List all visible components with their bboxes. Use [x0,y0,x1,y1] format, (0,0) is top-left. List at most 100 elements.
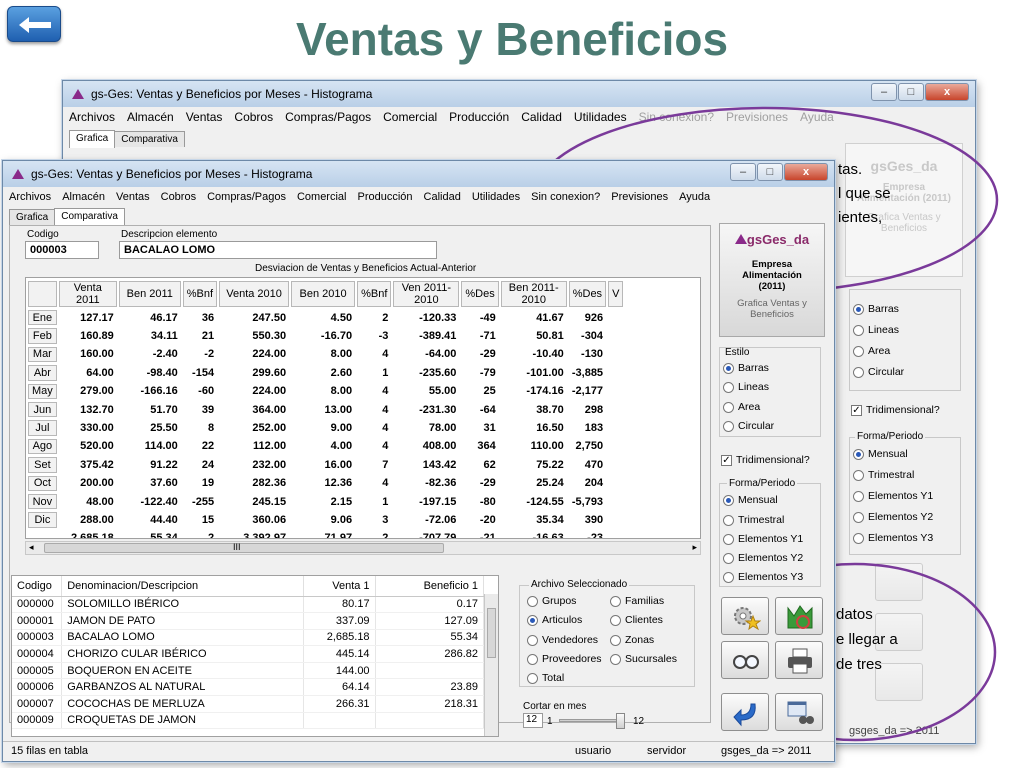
menu-produccion[interactable]: Producción [357,191,412,203]
grid-cell[interactable]: 39 [182,401,218,418]
estilo-area[interactable]: Area [723,401,760,413]
table-row[interactable]: 000006 GARBANZOS AL NATURAL 64.14 23.89 [12,678,485,697]
grid-cell[interactable]: 55.00 [393,383,460,399]
grid-cell[interactable]: 2 [182,530,218,538]
grid-cell[interactable]: -71 [461,328,499,344]
minimize-button[interactable]: – [871,83,897,101]
grid-cell[interactable]: 299.60 [219,365,290,381]
back-estilo-area[interactable]: Area [853,345,890,357]
back-estilo-circular[interactable]: Circular [853,366,904,378]
grid-cell[interactable]: 114.00 [118,438,181,455]
table-row[interactable]: 000004 CHORIZO CULAR IBÉRICO 445.14 286.82 [12,645,485,663]
grid-cell[interactable]: 8.00 [291,346,356,363]
grid-cell[interactable]: 78.00 [393,420,460,436]
grid-cell[interactable]: -197.15 [393,493,460,510]
grid-horizontal-scrollbar[interactable]: ◂ III ▸ [25,541,701,555]
grid-cell[interactable]: 132.70 [58,401,117,418]
grid-cell[interactable]: 298 [568,401,607,418]
menu-produccion[interactable]: Producción [449,110,509,124]
grid-cell[interactable]: 21 [182,328,218,344]
grid-cell[interactable]: 41.67 [500,310,567,326]
grid-cell[interactable]: 51.70 [118,401,181,418]
grid-cell[interactable]: 4.50 [291,310,356,326]
menu-utilidades[interactable]: Utilidades [574,110,627,124]
grid-cell[interactable]: 3 [357,512,392,528]
archivo-articulos[interactable]: Articulos [527,614,582,626]
forma-elementos-y1[interactable]: Elementos Y1 [723,533,803,545]
grid-cell[interactable]: -98.40 [118,365,181,381]
list-header-venta[interactable]: Venta 1 [303,576,376,597]
grid-cell[interactable]: 926 [568,310,607,326]
archivo-proveedores[interactable]: Proveedores [527,653,602,665]
back-estilo-barras[interactable]: Barras [853,303,899,315]
grid-cell[interactable]: 112.00 [219,438,290,455]
menu-almacen[interactable]: Almacén [127,110,174,124]
grid-cell[interactable]: -124.55 [500,493,567,510]
grid-cell[interactable]: -80 [461,493,499,510]
grid-cell[interactable]: 8 [182,420,218,436]
grid-cell[interactable]: -82.36 [393,475,460,491]
grid-cell[interactable]: 252.00 [219,420,290,436]
grid-cell[interactable]: -3 [357,328,392,344]
grid-cell[interactable]: 470 [568,457,607,473]
grid-header-cell[interactable]: Venta 2010 [219,281,290,307]
grid-cell[interactable]: -2,177 [568,383,607,399]
grid-cell[interactable]: 4 [357,438,392,455]
grid-cell[interactable]: -29 [461,475,499,491]
grid-cell[interactable]: 2 [357,310,392,326]
menu-comercial[interactable]: Comercial [383,110,437,124]
grid-cell[interactable]: 24 [182,457,218,473]
grid-cell[interactable]: 4 [357,475,392,491]
table-row[interactable]: 000000 SOLOMILLO IBÉRICO 80.17 0.17 [12,596,485,614]
grid-cell[interactable]: 245.15 [219,493,290,510]
grid-cell[interactable]: -389.41 [393,328,460,344]
menu-archivos[interactable]: Archivos [9,191,51,203]
menu-almacen[interactable]: Almacén [62,191,105,203]
menu-calidad[interactable]: Calidad [521,110,562,124]
windows-button[interactable] [775,693,823,731]
archivo-sucursales[interactable]: Sucursales [610,653,677,665]
grid-cell[interactable]: 9.06 [291,512,356,528]
table-row[interactable]: 000005 BOQUERON EN ACEITE 144.00 [12,662,485,680]
grid-cell[interactable]: -130 [568,346,607,363]
grid-cell[interactable]: 38.70 [500,401,567,418]
archivo-total[interactable]: Total [527,672,564,684]
grid-cell[interactable]: -49 [461,310,499,326]
grid-header-cell[interactable]: %Bnf [182,281,218,307]
grid-cell[interactable]: 2,750 [568,438,607,455]
grid-cell[interactable]: 3,392.97 [219,530,290,538]
grid-cell[interactable]: 36 [182,310,218,326]
grid-cell[interactable]: 520.00 [58,438,117,455]
cortar-slider[interactable] [559,713,625,729]
grid-cell[interactable]: 48.00 [58,493,117,510]
menu-archivos[interactable]: Archivos [69,110,115,124]
grid-cell[interactable]: -166.16 [118,383,181,399]
estilo-circular[interactable]: Circular [723,420,774,432]
grid-cell[interactable]: -20 [461,512,499,528]
table-row[interactable]: 000003 BACALAO LOMO 2,685.18 55.34 [12,629,485,647]
grid-cell[interactable]: -255 [182,493,218,510]
grid-cell[interactable]: -21 [461,530,499,538]
archivo-zonas[interactable]: Zonas [610,634,654,646]
table-row[interactable]: 000001 JAMON DE PATO 337.09 127.09 [12,612,485,630]
menu-ayuda[interactable]: Ayuda [800,110,834,124]
cortar-field[interactable]: 12 [523,713,543,728]
grid-cell[interactable]: 71.97 [291,530,356,538]
grid-cell[interactable]: -304 [568,328,607,344]
grid-cell[interactable]: 22 [182,438,218,455]
grid-cell[interactable]: 91.22 [118,457,181,473]
grid-cell[interactable]: 143.42 [393,457,460,473]
grid-cell[interactable]: 46.17 [118,310,181,326]
grid-cell[interactable]: 224.00 [219,383,290,399]
grid-cell[interactable]: 364.00 [219,401,290,418]
grid-cell[interactable]: 160.00 [58,346,117,363]
codigo-field[interactable]: 000003 [25,241,99,259]
menu-comercial[interactable]: Comercial [297,191,347,203]
grid-header-cell[interactable]: %Des [568,281,607,307]
grid-cell[interactable]: -2.40 [118,346,181,363]
list-scroll-thumb[interactable] [487,608,496,658]
grid-cell[interactable]: 4 [357,383,392,399]
back-estilo-lineas[interactable]: Lineas [853,324,899,336]
grid-cell[interactable]: -64.00 [393,346,460,363]
back-forma-mensual[interactable]: Mensual [853,448,908,460]
